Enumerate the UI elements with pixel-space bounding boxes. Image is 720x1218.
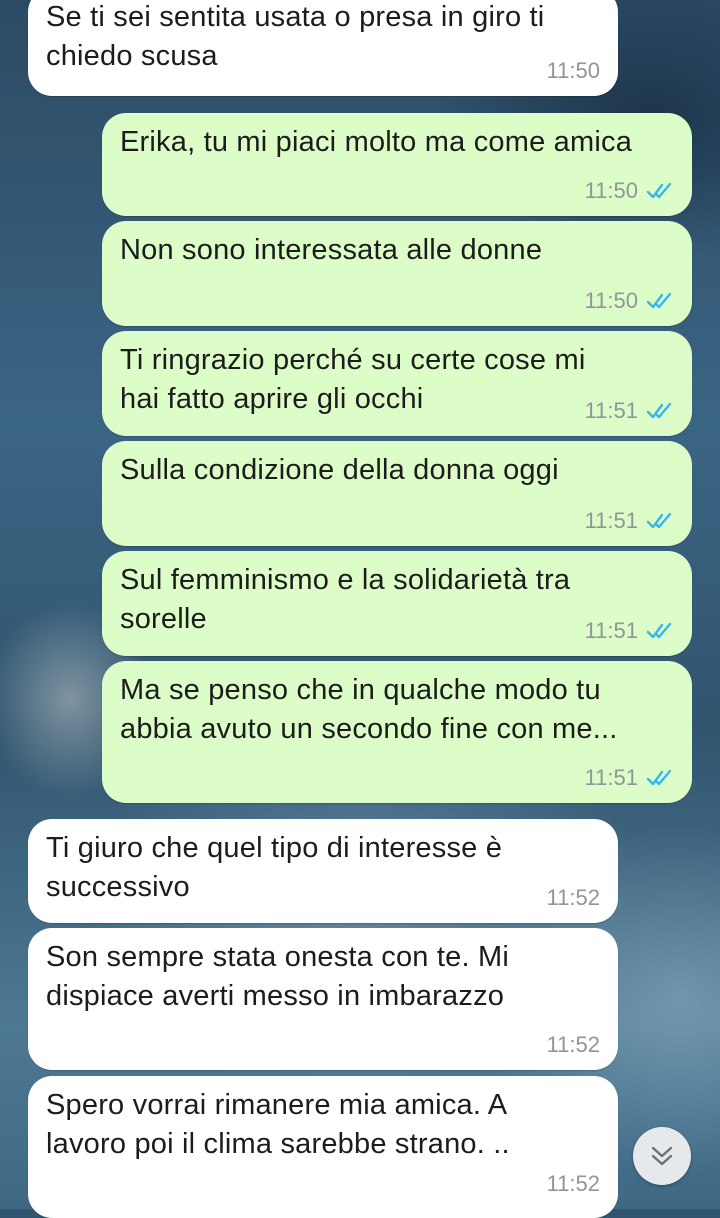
message-bubble-outgoing[interactable]: Ti ringrazio perché su certe cose mi hai… <box>102 331 692 436</box>
message-bubble-incoming[interactable]: Spero vorrai rimanere mia amica. A lavor… <box>28 1076 618 1218</box>
message-meta: 11:50 <box>547 58 600 84</box>
message-meta: 11:51 <box>585 508 676 534</box>
message-meta: 11:50 <box>585 178 676 204</box>
message-bubble-outgoing[interactable]: Sulla condizione della donna oggi 11:51 <box>102 441 692 546</box>
read-double-tick-icon <box>646 512 672 529</box>
message-bubble-incoming[interactable]: Se ti sei sentita usata o presa in giro … <box>28 0 618 96</box>
message-time: 11:51 <box>584 618 638 643</box>
read-double-tick-icon <box>646 769 672 786</box>
double-chevron-down-icon <box>651 1146 673 1166</box>
message-text: Se ti sei sentita usata o presa in giro … <box>46 1 545 72</box>
message-time: 11:50 <box>584 178 638 203</box>
message-text: Ma se penso che in qualche modo tu abbia… <box>120 674 618 745</box>
message-meta: 11:52 <box>547 1032 600 1058</box>
message-time: 11:51 <box>584 508 638 533</box>
message-time: 11:50 <box>584 288 638 313</box>
message-bubble-outgoing[interactable]: Ma se penso che in qualche modo tu abbia… <box>102 661 692 803</box>
message-time: 11:52 <box>546 1171 600 1196</box>
message-time: 11:52 <box>546 1032 600 1057</box>
read-double-tick-icon <box>646 182 672 199</box>
message-meta: 11:51 <box>585 398 676 424</box>
message-time: 11:52 <box>546 885 600 910</box>
message-time: 11:50 <box>546 58 600 83</box>
message-meta: 11:51 <box>585 618 676 644</box>
message-bubble-outgoing[interactable]: Sul femminismo e la solidarietà tra sore… <box>102 551 692 656</box>
message-text: Son sempre stata onesta con te. Mi dispi… <box>46 941 509 1012</box>
message-bubble-incoming[interactable]: Son sempre stata onesta con te. Mi dispi… <box>28 928 618 1070</box>
message-meta: 11:51 <box>585 765 676 791</box>
read-double-tick-icon <box>646 402 672 419</box>
message-text: Non sono interessata alle donne <box>120 234 543 266</box>
message-time: 11:51 <box>584 398 638 423</box>
message-bubble-incoming[interactable]: Ti giuro che quel tipo di interesse è su… <box>28 819 618 923</box>
message-meta: 11:52 <box>547 885 600 911</box>
message-text: Sulla condizione della donna oggi <box>120 454 559 486</box>
read-double-tick-icon <box>646 622 672 639</box>
read-double-tick-icon <box>646 292 672 309</box>
message-meta: 11:52 <box>547 1171 600 1197</box>
scroll-to-bottom-button[interactable] <box>633 1127 691 1185</box>
message-text: Ti giuro che quel tipo di interesse è su… <box>46 832 503 903</box>
message-meta: 11:50 <box>585 288 676 314</box>
message-bubble-outgoing[interactable]: Erika, tu mi piaci molto ma come amica 1… <box>102 113 692 216</box>
message-time: 11:51 <box>584 765 638 790</box>
message-text: Erika, tu mi piaci molto ma come amica <box>120 126 633 158</box>
message-bubble-outgoing[interactable]: Non sono interessata alle donne 11:50 <box>102 221 692 326</box>
message-text: Spero vorrai rimanere mia amica. A lavor… <box>46 1089 510 1160</box>
